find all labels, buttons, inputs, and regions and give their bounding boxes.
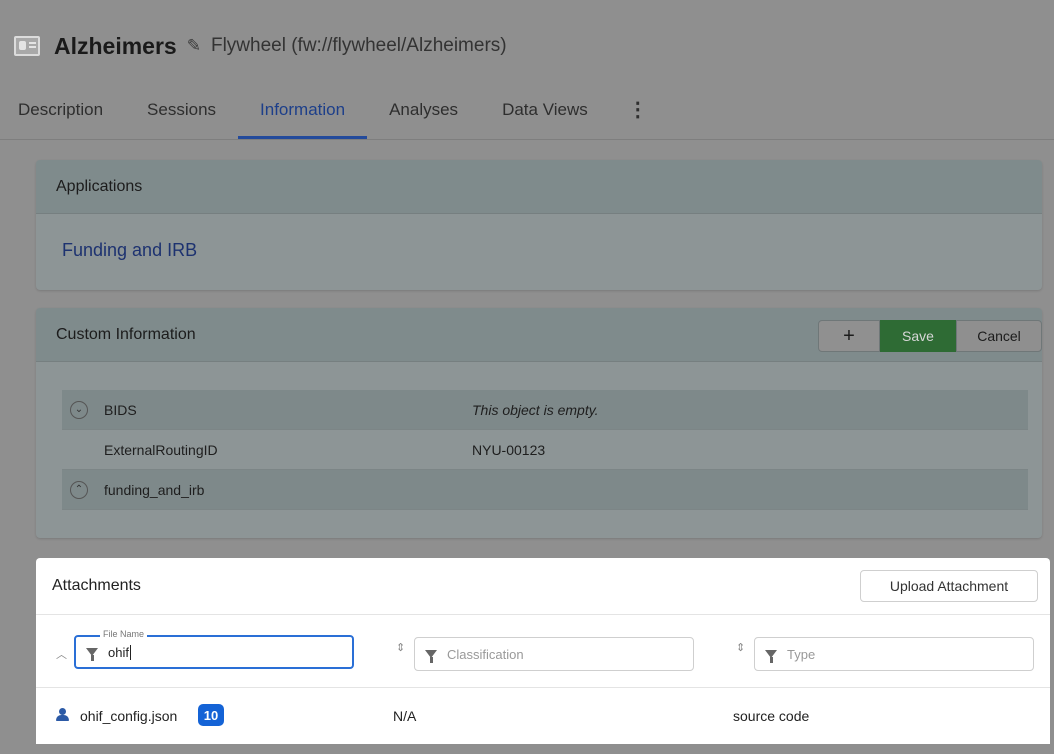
chevron-up-icon[interactable]: ⌃: [70, 480, 88, 499]
type-filter-placeholder: Type: [787, 646, 816, 662]
version-badge: 10: [198, 704, 224, 726]
tab-analyses[interactable]: Analyses: [367, 80, 480, 139]
funding-irb-link[interactable]: Funding and IRB: [36, 214, 1042, 261]
tab-data-views[interactable]: Data Views: [480, 80, 610, 139]
attachments-panel: Attachments Upload Attachment ︿ File Nam…: [36, 558, 1050, 744]
custom-information-label: Custom Information: [56, 325, 196, 343]
modal-backdrop: Alzheimers ✎ Flywheel (fw://flywheel/Alz…: [0, 0, 1054, 754]
applications-title: Applications: [36, 160, 1042, 214]
kv-row-funding-and-irb: ⌃ funding_and_irb: [62, 470, 1028, 510]
more-vertical-icon[interactable]: ⋮: [610, 80, 666, 139]
tab-information[interactable]: Information: [238, 80, 368, 139]
project-subtitle: Flywheel (fw://flywheel/Alzheimers): [210, 35, 507, 56]
kv-row-external-routing-id: ExternalRoutingID NYU-00123: [62, 430, 1028, 470]
filter-icon: [86, 648, 98, 661]
custom-info-table: ⌄ BIDS This object is empty. ExternalRou…: [62, 390, 1028, 510]
chevron-down-icon[interactable]: ⌄: [70, 400, 88, 419]
cancel-button[interactable]: Cancel: [956, 320, 1042, 352]
file-name-filter[interactable]: File Name ohif: [74, 629, 354, 669]
sort-icon[interactable]: ⇕: [396, 641, 405, 654]
type-filter[interactable]: Type: [754, 637, 1034, 671]
applications-card: Applications Funding and IRB: [36, 160, 1042, 290]
tab-bar: Description Sessions Information Analyse…: [0, 80, 1054, 140]
custom-information-card: Custom Information + Save Cancel ⌄ BIDS …: [36, 308, 1042, 538]
kv-value: This object is empty.: [472, 401, 599, 418]
filter-row: ︿ File Name ohif ⇕ Classification ⇕ Type: [36, 615, 1050, 688]
kv-key: funding_and_irb: [104, 481, 205, 498]
project-header: Alzheimers ✎ Flywheel (fw://flywheel/Alz…: [0, 14, 1054, 78]
add-field-button[interactable]: +: [818, 320, 880, 352]
tab-description[interactable]: Description: [0, 80, 125, 139]
sort-icon[interactable]: ⇕: [736, 641, 745, 654]
file-name[interactable]: ohif_config.json: [80, 708, 177, 724]
classification-filter-placeholder: Classification: [447, 646, 524, 662]
kv-value: NYU-00123: [472, 441, 546, 458]
upload-attachment-button[interactable]: Upload Attachment: [860, 570, 1038, 602]
kv-key: BIDS: [104, 401, 137, 418]
user-icon: [56, 708, 70, 722]
pencil-icon[interactable]: ✎: [187, 36, 201, 56]
project-card-icon: [14, 36, 40, 56]
text-caret: [129, 644, 131, 660]
classification-filter[interactable]: Classification: [414, 637, 694, 671]
table-row[interactable]: ohif_config.json 10 N/A source code: [36, 688, 1050, 744]
file-classification: N/A: [393, 708, 417, 724]
kv-key: ExternalRoutingID: [104, 441, 218, 458]
sort-asc-icon[interactable]: ︿: [56, 646, 67, 662]
save-button[interactable]: Save: [880, 320, 956, 352]
file-type: source code: [733, 708, 810, 724]
custom-info-actions: + Save Cancel: [818, 320, 1042, 352]
filter-icon: [425, 650, 437, 663]
project-title: Alzheimers: [54, 32, 177, 59]
kv-row-bids: ⌄ BIDS This object is empty.: [62, 390, 1028, 430]
file-name-filter-value: ohif: [108, 644, 129, 660]
file-name-filter-label: File Name: [100, 629, 148, 639]
tab-sessions[interactable]: Sessions: [125, 80, 238, 139]
filter-icon: [765, 650, 777, 663]
